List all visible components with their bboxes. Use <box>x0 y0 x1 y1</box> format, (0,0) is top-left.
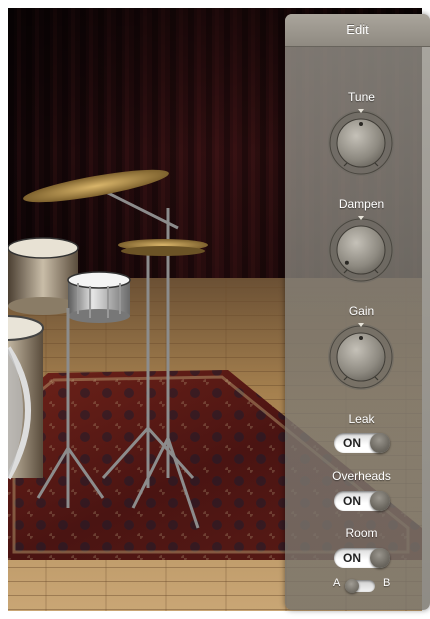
tune-label: Tune <box>348 90 375 104</box>
dampen-knob[interactable] <box>326 215 396 285</box>
tune-knob[interactable] <box>326 108 396 178</box>
rack-tom <box>8 237 79 315</box>
overheads-toggle-thumb <box>370 491 390 511</box>
room-toggle-thumb <box>370 548 390 568</box>
leak-toggle-thumb <box>370 433 390 453</box>
overheads-toggle[interactable]: ON <box>334 491 390 511</box>
panel-title: Edit <box>346 22 369 37</box>
leak-toggle-state: ON <box>343 436 361 450</box>
ab-label-b: B <box>383 577 391 589</box>
overheads-label: Overheads <box>332 469 391 483</box>
ab-switch-thumb <box>345 579 359 593</box>
snare-drum <box>67 271 131 323</box>
leak-toggle[interactable]: ON <box>334 433 390 453</box>
overheads-toggle-state: ON <box>343 494 361 508</box>
room-toggle-state: ON <box>343 551 361 565</box>
knob-face <box>336 225 386 275</box>
knob-face <box>336 118 386 168</box>
ab-switch[interactable] <box>345 579 375 593</box>
room-toggle[interactable]: ON <box>334 548 390 568</box>
leak-label: Leak <box>348 412 375 426</box>
knob-indicator <box>344 260 349 265</box>
panel-header: Edit <box>285 14 430 47</box>
gain-knob[interactable] <box>326 322 396 392</box>
gain-label: Gain <box>348 304 375 318</box>
room-label: Room <box>345 526 378 540</box>
dampen-label: Dampen <box>338 197 385 211</box>
floor-tom <box>8 315 44 480</box>
knob-face <box>336 332 386 382</box>
knob-indicator <box>359 122 363 126</box>
knob-indicator <box>359 336 363 340</box>
ab-label-a: A <box>333 577 341 589</box>
